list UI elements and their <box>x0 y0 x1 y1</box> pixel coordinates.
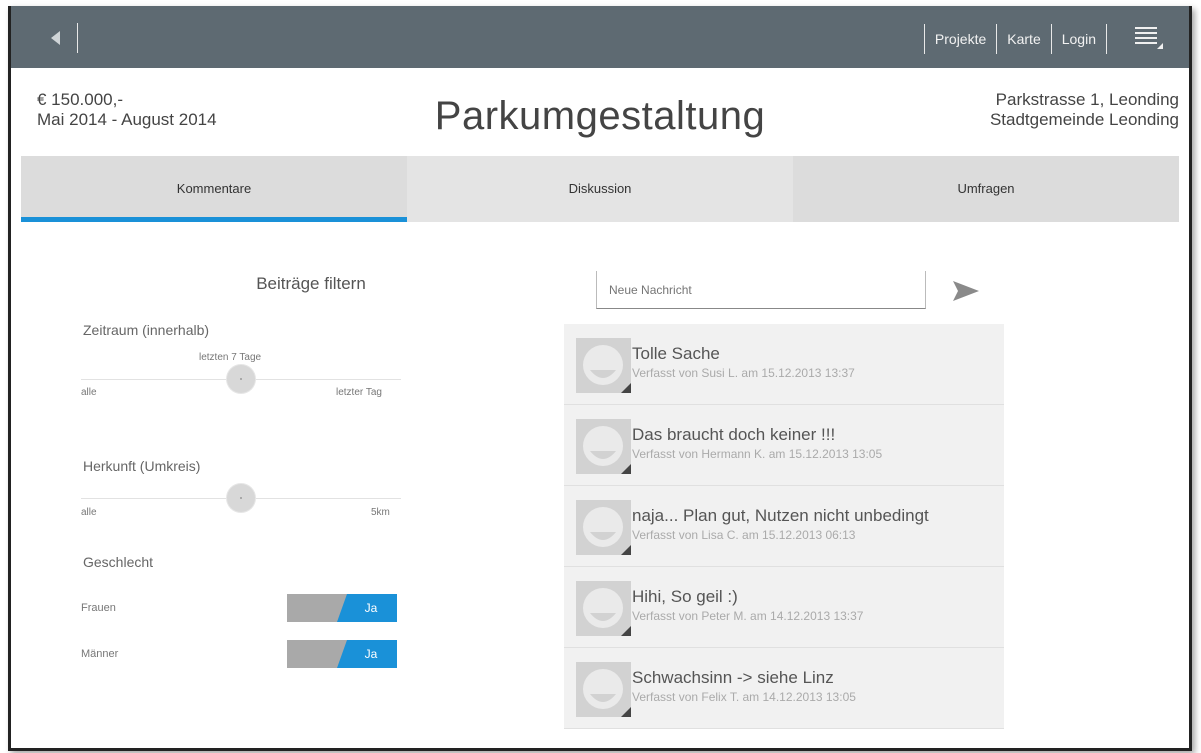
comment-title: Tolle Sache <box>632 344 720 363</box>
women-toggle-text: Ja <box>364 601 378 615</box>
origin-label: Herkunft (Umkreis) <box>83 458 201 474</box>
comment-item[interactable]: naja... Plan gut, Nutzen nicht unbedingt… <box>564 486 1004 567</box>
origin-slider-handle[interactable] <box>227 484 255 512</box>
origin-max-label: 5km <box>371 507 390 518</box>
women-toggle-off <box>287 594 347 622</box>
comment-item[interactable]: Hihi, So geil :) Verfasst von Peter M. a… <box>564 567 1004 648</box>
tab-bar: Kommentare Diskussion Umfragen <box>21 156 1179 222</box>
men-label: Männer <box>81 648 119 660</box>
avatar-icon <box>576 419 631 474</box>
timeframe-min-label: alle <box>81 387 97 398</box>
comment-item[interactable]: Schwachsinn -> siehe Linz Verfasst von F… <box>564 648 1004 729</box>
filter-heading: Beiträge filtern <box>81 274 401 294</box>
men-toggle-on: Ja <box>337 640 397 668</box>
hamburger-menu-icon[interactable] <box>1133 21 1167 55</box>
filter-panel: Beiträge filtern Zeitraum (innerhalb) le… <box>81 236 411 686</box>
comment-item[interactable]: Das braucht doch keiner !!! Verfasst von… <box>564 405 1004 486</box>
men-toggle[interactable]: Ja <box>287 640 397 668</box>
timeframe-slider-handle[interactable] <box>227 365 255 393</box>
address-municipality: Stadtgemeinde Leonding <box>989 110 1179 129</box>
new-message-input[interactable] <box>596 271 926 309</box>
gender-label: Geschlecht <box>83 554 154 570</box>
app-window: Projekte Karte Login € 150.000,- Mai 201… <box>8 6 1192 751</box>
back-button[interactable] <box>41 23 78 53</box>
origin-min-label: alle <box>81 507 97 518</box>
avatar-icon <box>576 581 631 636</box>
comment-title: Schwachsinn -> siehe Linz <box>632 668 834 687</box>
comment-meta: Verfasst von Lisa C. am 15.12.2013 06:13 <box>632 528 856 542</box>
tab-umfragen[interactable]: Umfragen <box>793 156 1179 222</box>
project-address: Parkstrasse 1, Leonding Stadtgemeinde Le… <box>990 90 1179 130</box>
avatar-icon <box>576 662 631 717</box>
men-toggle-text: Ja <box>364 647 378 661</box>
project-header: € 150.000,- Mai 2014 - August 2014 Parku… <box>11 68 1189 156</box>
women-toggle[interactable]: Ja <box>287 594 397 622</box>
avatar-icon <box>576 500 631 555</box>
address-street: Parkstrasse 1, Leonding <box>995 90 1179 109</box>
top-nav: Projekte Karte Login <box>923 24 1107 54</box>
filter-heading-text: Beiträge filtern <box>256 274 366 293</box>
women-toggle-on: Ja <box>337 594 397 622</box>
comment-meta: Verfasst von Peter M. am 14.12.2013 13:3… <box>632 609 864 623</box>
comment-meta: Verfasst von Susi L. am 15.12.2013 13:37 <box>632 366 855 380</box>
nav-login-link[interactable]: Login <box>1050 24 1107 54</box>
nav-projekte-link[interactable]: Projekte <box>923 24 996 54</box>
comment-list: Tolle Sache Verfasst von Susi L. am 15.1… <box>564 324 1004 729</box>
comment-title: naja... Plan gut, Nutzen nicht unbedingt <box>632 506 929 525</box>
tab-kommentare[interactable]: Kommentare <box>21 156 407 222</box>
comment-meta: Verfasst von Hermann K. am 15.12.2013 13… <box>632 447 883 461</box>
send-icon[interactable] <box>951 278 981 304</box>
comment-title: Hihi, So geil :) <box>632 587 738 606</box>
tab-diskussion[interactable]: Diskussion <box>407 156 793 222</box>
avatar-icon <box>576 338 631 393</box>
comment-item[interactable]: Tolle Sache Verfasst von Susi L. am 15.1… <box>564 324 1004 405</box>
timeframe-max-label: letzter Tag <box>336 387 382 398</box>
men-toggle-off <box>287 640 347 668</box>
back-arrow-icon <box>51 31 60 45</box>
top-bar: Projekte Karte Login <box>11 6 1189 68</box>
timeframe-label: Zeitraum (innerhalb) <box>83 322 210 338</box>
comment-title: Das braucht doch keiner !!! <box>632 425 836 444</box>
comment-meta: Verfasst von Felix T. am 14.12.2013 13:0… <box>632 690 856 704</box>
women-label: Frauen <box>81 602 116 614</box>
nav-karte-link[interactable]: Karte <box>996 24 1050 54</box>
timeframe-value: letzten 7 Tage <box>199 352 262 363</box>
